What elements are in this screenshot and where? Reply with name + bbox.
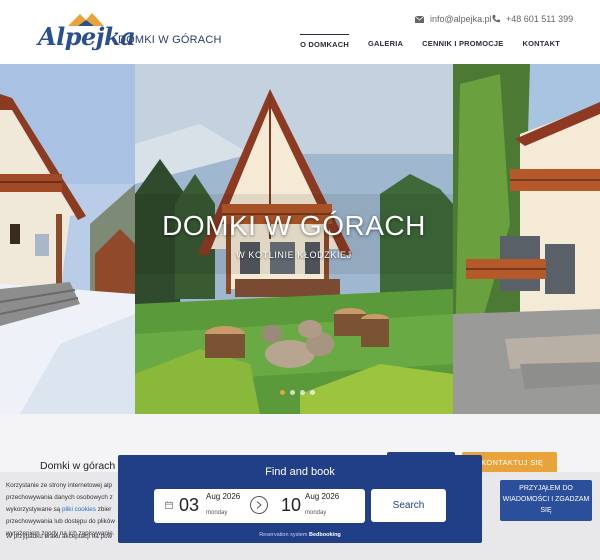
phone-contact[interactable]: +48 601 511 399: [492, 14, 573, 24]
phone-icon: [492, 15, 500, 23]
hero-subtitle: W KOTLINIE KŁODZKIEJ: [236, 250, 352, 260]
cookie-line-3: wykorzystywane są pliki cookies zbier: [6, 504, 131, 516]
hero-slider[interactable]: DOMKI W GÓRACH W KOTLINIE KŁODZKIEJ: [0, 64, 600, 414]
cookie-line-2: przechowywania danych osobowych z: [6, 494, 113, 501]
nav-cennik[interactable]: CENNIK I PROMOCJE: [422, 34, 503, 56]
cookie-line-3-text: wykorzystywane są: [6, 506, 61, 513]
slider-dot-2[interactable]: [290, 390, 295, 395]
slide-left-winter-photo: [0, 64, 135, 414]
email-contact[interactable]: info@alpejka.pl: [415, 14, 492, 24]
cookie-line-1: Korzystanie ze strony internetowej alp: [6, 482, 113, 489]
checkout-weekday: monday: [305, 510, 327, 516]
powered-by: Reservation system Bedbooking: [118, 532, 482, 538]
slider-dot-3[interactable]: [300, 390, 305, 395]
site-header: Alpejka DOMKI W GÓRACH info@alpejka.pl +…: [0, 0, 600, 64]
cookie-second-paragraph: W przypadku braku akceptacji na pow: [6, 533, 113, 540]
checkin-day[interactable]: 03: [179, 495, 199, 516]
phone-text: +48 601 511 399: [506, 14, 574, 24]
date-arrow-button[interactable]: [250, 496, 268, 514]
main-nav: O DOMKACH GALERIA CENNIK I PROMOCJE KONT…: [281, 34, 560, 56]
search-button[interactable]: Search: [371, 489, 446, 522]
logo[interactable]: Alpejka: [38, 12, 136, 56]
nav-kontakt[interactable]: KONTAKT: [522, 34, 560, 56]
cookie-line-4: przechowywania lub dostępu do plików: [6, 518, 115, 525]
email-text: info@alpejka.pl: [430, 14, 492, 24]
checkout-day[interactable]: 10: [281, 495, 301, 516]
slider-dot-4[interactable]: [310, 390, 315, 395]
cookie-text: Korzystanie ze strony internetowej alp p…: [6, 480, 131, 540]
slide-right-photo: [453, 64, 600, 414]
nav-o-domkach[interactable]: O DOMKACH: [300, 34, 349, 56]
cookie-link-suffix: zbier: [95, 506, 112, 513]
intro-title: Domki w górach: [40, 460, 116, 472]
cookies-link[interactable]: pliki cookies: [62, 506, 96, 513]
slider-dots: [280, 390, 315, 395]
checkout-month: Aug 2026: [305, 492, 340, 501]
checkin-month: Aug 2026: [206, 492, 241, 501]
envelope-icon: [415, 15, 424, 23]
booking-title: Find and book: [265, 466, 335, 478]
hero-title: DOMKI W GÓRACH: [162, 210, 426, 241]
nav-galeria[interactable]: GALERIA: [368, 34, 403, 56]
slider-dot-1[interactable]: [280, 390, 285, 395]
powered-brand[interactable]: Bedbooking: [309, 532, 341, 538]
brand-title: DOMKI W GÓRACH: [118, 34, 222, 46]
cookie-accept-button[interactable]: PRZYJĄŁEM DO WIADOMOŚCI I ZGADZAM SIĘ: [500, 480, 592, 521]
chevron-right-icon: [256, 501, 262, 509]
powered-prefix: Reservation system: [259, 532, 308, 538]
calendar-icon: [165, 501, 173, 509]
checkin-weekday: monday: [206, 510, 228, 516]
